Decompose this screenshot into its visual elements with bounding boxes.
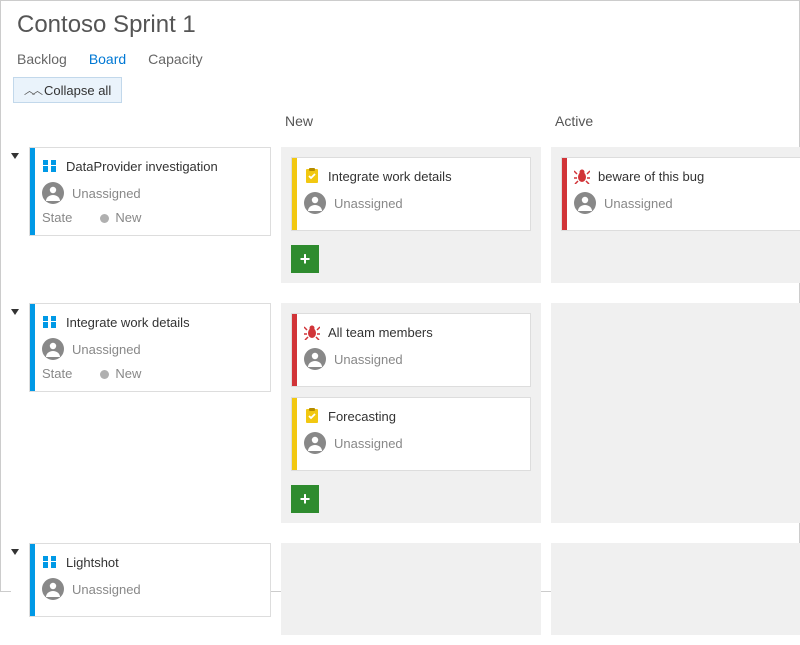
assignee-row[interactable]: Unassigned bbox=[304, 432, 520, 454]
tab-board[interactable]: Board bbox=[89, 51, 126, 67]
assignee-label: Unassigned bbox=[334, 352, 403, 367]
assignee-row[interactable]: Unassigned bbox=[304, 348, 520, 370]
work-item-card[interactable]: Lightshot Unassigned bbox=[29, 543, 271, 617]
assignee-label: Unassigned bbox=[334, 196, 403, 211]
unassigned-avatar-icon bbox=[304, 348, 326, 370]
unassigned-avatar-icon bbox=[304, 432, 326, 454]
assignee-label: Unassigned bbox=[604, 196, 673, 211]
page-title: Contoso Sprint 1 bbox=[1, 1, 799, 45]
card-title: All team members bbox=[328, 325, 433, 340]
work-item-card[interactable]: beware of this bug Unassigned bbox=[561, 157, 800, 231]
card-stripe bbox=[30, 148, 35, 235]
state-field-label: State bbox=[42, 366, 72, 381]
state-value: New bbox=[100, 366, 141, 381]
assignee-row[interactable]: Unassigned bbox=[42, 182, 260, 204]
task-icon bbox=[304, 168, 320, 184]
assignee-row[interactable]: Unassigned bbox=[42, 578, 260, 600]
expand-toggle-icon[interactable] bbox=[11, 309, 19, 315]
card-title: Lightshot bbox=[66, 555, 119, 570]
collapse-all-button[interactable]: ︿︿ Collapse all bbox=[13, 77, 122, 103]
card-stripe bbox=[30, 304, 35, 391]
unassigned-avatar-icon bbox=[574, 192, 596, 214]
active-column-header: Active bbox=[551, 113, 800, 137]
expand-toggle-icon[interactable] bbox=[11, 153, 19, 159]
work-item-card[interactable]: Integrate work details Unassigned State … bbox=[29, 303, 271, 392]
state-row: State New bbox=[42, 210, 260, 225]
assignee-label: Unassigned bbox=[72, 582, 141, 597]
card-title: Integrate work details bbox=[328, 169, 452, 184]
new-lane bbox=[281, 543, 541, 635]
state-value: New bbox=[100, 210, 141, 225]
unassigned-avatar-icon bbox=[304, 192, 326, 214]
card-title: Integrate work details bbox=[66, 315, 190, 330]
card-stripe bbox=[30, 544, 35, 616]
card-stripe bbox=[292, 158, 297, 230]
state-dot-icon bbox=[100, 214, 109, 223]
expand-toggle-icon[interactable] bbox=[11, 549, 19, 555]
assignee-label: Unassigned bbox=[72, 186, 141, 201]
new-column-header: New bbox=[281, 113, 541, 137]
collapse-all-label: Collapse all bbox=[44, 83, 111, 98]
unassigned-avatar-icon bbox=[42, 338, 64, 360]
pbi-icon bbox=[42, 554, 58, 570]
state-field-label: State bbox=[42, 210, 72, 225]
active-lane: beware of this bug Unassigned bbox=[551, 147, 800, 283]
assignee-row[interactable]: Unassigned bbox=[574, 192, 790, 214]
card-title: DataProvider investigation bbox=[66, 159, 218, 174]
card-stripe bbox=[292, 398, 297, 470]
assignee-label: Unassigned bbox=[334, 436, 403, 451]
card-stripe bbox=[292, 314, 297, 386]
tab-capacity[interactable]: Capacity bbox=[148, 51, 202, 67]
work-item-card[interactable]: Integrate work details Unassigned bbox=[291, 157, 531, 231]
work-item-card[interactable]: Forecasting Unassigned bbox=[291, 397, 531, 471]
assignee-label: Unassigned bbox=[72, 342, 141, 357]
task-icon bbox=[304, 408, 320, 424]
pbi-icon bbox=[42, 158, 58, 174]
new-lane: All team members Unassigned Forecasting … bbox=[281, 303, 541, 523]
card-title: Forecasting bbox=[328, 409, 396, 424]
add-card-button[interactable]: + bbox=[291, 485, 319, 513]
assignee-row[interactable]: Unassigned bbox=[42, 338, 260, 360]
work-item-card[interactable]: All team members Unassigned bbox=[291, 313, 531, 387]
new-lane: Integrate work details Unassigned + bbox=[281, 147, 541, 283]
backlog-column-header bbox=[11, 113, 271, 133]
card-title: beware of this bug bbox=[598, 169, 704, 184]
pbi-icon bbox=[42, 314, 58, 330]
state-dot-icon bbox=[100, 370, 109, 379]
work-item-card[interactable]: DataProvider investigation Unassigned St… bbox=[29, 147, 271, 236]
state-row: State New bbox=[42, 366, 260, 381]
card-stripe bbox=[562, 158, 567, 230]
active-lane bbox=[551, 303, 800, 523]
bug-icon bbox=[304, 324, 320, 340]
double-chevron-up-icon: ︿︿ bbox=[24, 82, 40, 98]
tab-backlog[interactable]: Backlog bbox=[17, 51, 67, 67]
active-lane bbox=[551, 543, 800, 635]
bug-icon bbox=[574, 168, 590, 184]
assignee-row[interactable]: Unassigned bbox=[304, 192, 520, 214]
tabs: Backlog Board Capacity bbox=[1, 45, 799, 77]
add-card-button[interactable]: + bbox=[291, 245, 319, 273]
unassigned-avatar-icon bbox=[42, 578, 64, 600]
unassigned-avatar-icon bbox=[42, 182, 64, 204]
